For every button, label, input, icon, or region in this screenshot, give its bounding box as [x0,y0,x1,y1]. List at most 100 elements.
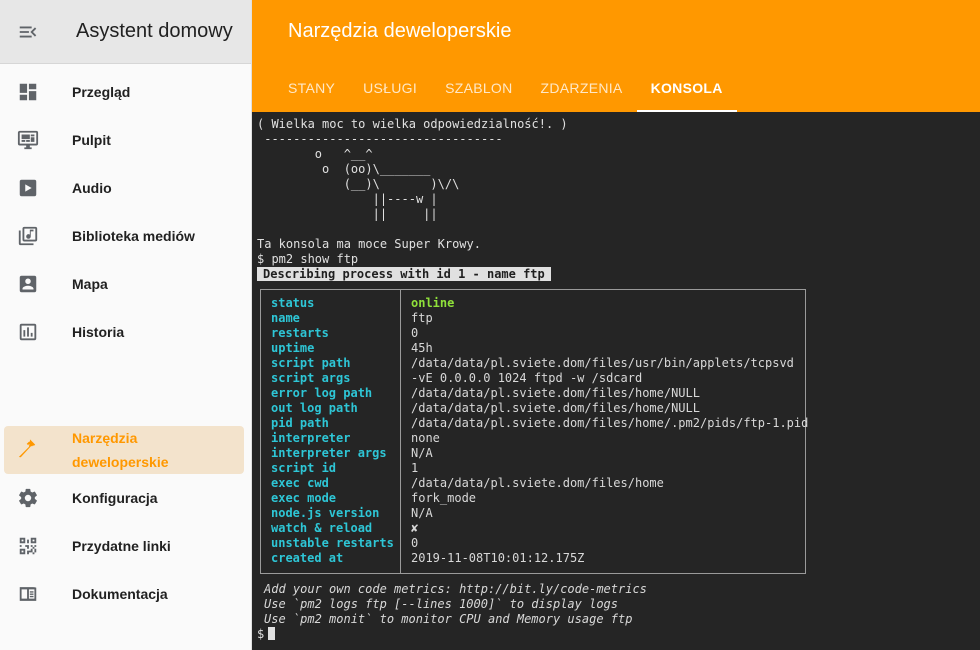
sidebar-header: Asystent domowy [0,0,251,64]
sidebar-item-audio[interactable]: Audio [0,164,252,212]
table-key: unstable restarts [271,536,394,550]
table-key: name [271,311,300,325]
table-row: error log path/data/data/pl.sviete.dom/f… [261,386,807,401]
table-key: out log path [271,401,358,415]
table-value: online [411,296,455,310]
cog-icon [0,474,56,522]
table-value: 45h [411,341,433,355]
table-key: exec mode [271,491,337,505]
table-value: none [411,431,440,445]
describing-line: Describing process with id 1 - name ftp [257,267,551,282]
footer-line: Use `pm2 logs ftp [--lines 1000]` to dis… [264,597,619,611]
dashboard-icon [0,68,56,116]
table-key: script path [271,356,351,370]
top-app-bar: Narzędzia deweloperskie STANY USŁUGI SZA… [252,0,980,112]
account-box-icon [0,260,56,308]
table-row: interpreter none [261,431,807,446]
sidebar-item-konfiguracja[interactable]: Konfiguracja [0,474,252,522]
table-value: -vE 0.0.0.0 1024 ftpd -w /sdcard [411,371,643,385]
table-value: /data/data/pl.sviete.dom/files/home/NULL [411,401,700,415]
console-command: $ pm2 show ftp [257,252,359,266]
console-prompt: $ [257,627,265,641]
cowsay-line: ( Wielka moc to wielka odpowiedzialność!… [257,117,568,131]
process-info-table: status online name ftp restarts 0 uptime 45h scr… [260,289,808,574]
sidebar-item-przydatne-linki[interactable]: Przydatne linki [0,522,252,570]
sidebar-item-mapa[interactable]: Mapa [0,260,252,308]
sidebar-item-label: Konfiguracja [72,490,158,506]
sidebar-item-pulpit[interactable]: Pulpit [0,116,252,164]
table-key: script id [271,461,337,475]
console-motd: Ta konsola ma moce Super Krowy. [257,237,481,251]
text-cursor [268,627,276,640]
terminal-console[interactable]: ( Wielka moc to wielka odpowiedzialność!… [252,112,980,650]
sidebar-bottom-nav: Narzędzia deweloperskie Konfiguracja Prz… [0,426,252,618]
tab-bar: STANY USŁUGI SZABLON ZDARZENIA KONSOLA [274,64,737,112]
hammer-icon [4,426,52,474]
footer-line: Add your own code metrics: http://bit.ly… [264,582,647,596]
table-value: 1 [411,461,419,475]
table-key: script args [271,371,351,385]
table-key: interpreter args [271,446,387,460]
sidebar-nav: Przegląd Pulpit Audio Biblioteka mediów … [0,68,252,356]
table-key: watch & reload [271,521,373,535]
tab-szablon[interactable]: SZABLON [431,64,526,112]
cowsay-line: o (oo)\_______ [257,162,431,176]
table-key: node.js version [271,506,380,520]
sidebar: Asystent domowy Przegląd Pulpit Audio Bi… [0,0,252,650]
cowsay-line: o ^__^ [257,147,373,161]
library-music-icon [0,212,56,260]
tab-zdarzenia[interactable]: ZDARZENIA [527,64,637,112]
console-prompt-line[interactable]: $ [257,627,276,642]
table-value: /data/data/pl.sviete.dom/files/home/NULL [411,386,700,400]
sidebar-item-przeglad[interactable]: Przegląd [0,68,252,116]
sidebar-item-label: Przegląd [72,84,131,100]
table-key: created at [271,551,344,565]
tab-konsola[interactable]: KONSOLA [636,64,737,112]
table-key: interpreter [271,431,351,445]
table-value: 2019-11-08T10:01:12.175Z [411,551,585,565]
qrcode-icon [0,522,56,570]
table-row: watch & reload ✘ [261,521,807,536]
table-row: status online [261,296,807,311]
sidebar-item-dokumentacja[interactable]: Dokumentacja [0,570,252,618]
monitor-dashboard-icon [0,116,56,164]
table-key: pid path [271,416,329,430]
table-value: 0 [411,536,419,550]
describing-highlight: Describing process with id 1 - name ftp [257,267,551,281]
table-row: created at 2019-11-08T10:01:12.175Z [261,551,807,566]
menu-toggle-button[interactable] [0,0,56,64]
sidebar-item-biblioteka-mediow[interactable]: Biblioteka mediów [0,212,252,260]
table-key: uptime [271,341,315,355]
footer-line: Use `pm2 monit` to monitor CPU and Memor… [264,612,633,626]
page-title: Narzędzia deweloperskie [288,20,512,42]
table-key: restarts [271,326,329,340]
sidebar-item-label: Narzędzia deweloperskie [72,430,169,470]
cowsay-line: --------------------------------- [257,132,503,146]
sidebar-item-label: Mapa [72,276,108,292]
table-row: uptime 45h [261,341,807,356]
table-row: out log path/data/data/pl.sviete.dom/fil… [261,401,807,416]
menu-open-icon [19,26,37,37]
table-row: interpreter args N/A [261,446,807,461]
tab-uslugi[interactable]: USŁUGI [349,64,431,112]
table-row: node.js version N/A [261,506,807,521]
table-row: script path/data/data/pl.sviete.dom/file… [261,356,807,371]
table-row: script args -vE 0.0.0.0 1024 ftpd -w /sdc… [261,371,807,386]
sidebar-item-narzedzia-deweloperskie[interactable]: Narzędzia deweloperskie [4,426,244,474]
table-row: script id 1 [261,461,807,476]
sidebar-item-historia[interactable]: Historia [0,308,252,356]
sidebar-item-label: Historia [72,324,125,340]
table-row: exec mode fork_mode [261,491,807,506]
table-value: N/A [411,506,433,520]
cowsay-line: || || [257,207,438,221]
tab-stany[interactable]: STANY [274,64,349,112]
chart-box-icon [0,308,56,356]
table-value: ftp [411,311,433,325]
cowsay-line: ||----w | [257,192,438,206]
table-value: fork_mode [411,491,477,505]
table-row: name ftp [261,311,807,326]
book-icon [0,570,56,618]
table-row: pid path/data/data/pl.sviete.dom/files/h… [261,416,808,431]
sidebar-item-label: Przydatne linki [72,538,171,554]
sidebar-item-label: Audio [72,180,112,196]
